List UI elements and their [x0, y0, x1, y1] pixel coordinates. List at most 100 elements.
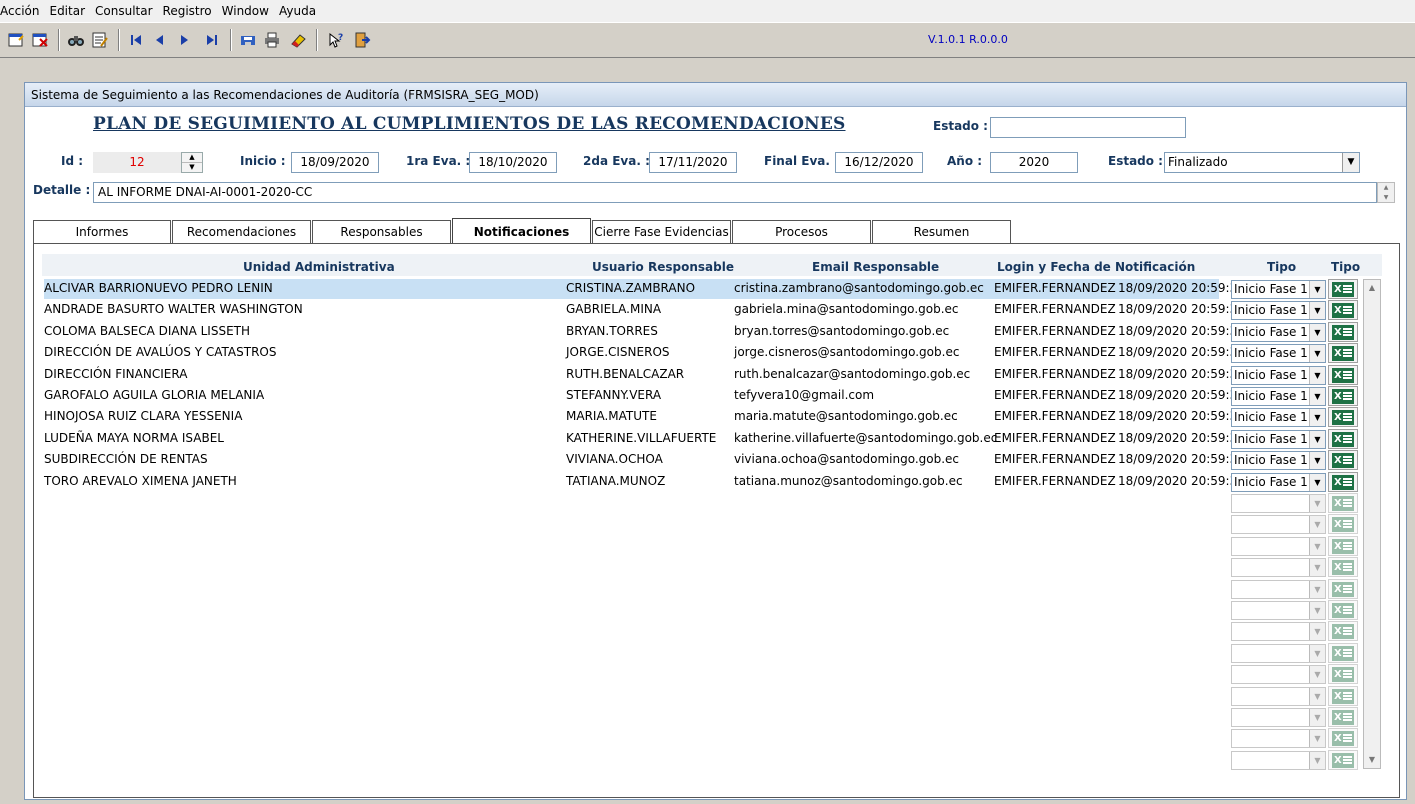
estado-top-field[interactable]	[990, 117, 1186, 138]
anio-field[interactable]: 2020	[990, 152, 1078, 173]
table-row[interactable]: ALCIVAR BARRIONUEVO PEDRO LENIN CRISTINA…	[44, 279, 1245, 299]
excel-export-button[interactable]: X	[1328, 579, 1358, 599]
tab-informes[interactable]: Informes	[33, 220, 171, 244]
excel-export-button[interactable]: X	[1328, 664, 1358, 684]
excel-export-button[interactable]: X	[1328, 386, 1358, 406]
tipo-select-empty[interactable]: ▼	[1231, 644, 1326, 663]
search-button[interactable]	[64, 28, 88, 52]
menu-window[interactable]: Window	[222, 4, 275, 18]
id-field[interactable]: 12	[93, 152, 181, 173]
tab-resumen[interactable]: Resumen	[872, 220, 1011, 244]
tipo-select-empty[interactable]: ▼	[1231, 665, 1326, 684]
tipo-select[interactable]: Inicio Fase 1 ▼	[1231, 430, 1326, 449]
table-row[interactable]: ANDRADE BASURTO WALTER WASHINGTON GABRIE…	[44, 300, 1245, 320]
tipo-select-empty[interactable]: ▼	[1231, 580, 1326, 599]
chevron-down-icon[interactable]: ▼	[1309, 388, 1325, 405]
chevron-down-icon[interactable]: ▼	[1309, 730, 1325, 747]
menu-editar[interactable]: Editar	[49, 4, 91, 18]
excel-export-button[interactable]: X	[1328, 643, 1358, 663]
tipo-select[interactable]: Inicio Fase 1 ▼	[1231, 280, 1326, 299]
excel-export-button[interactable]: X	[1328, 300, 1358, 320]
excel-export-button[interactable]: X	[1328, 322, 1358, 342]
excel-export-button[interactable]: X	[1328, 472, 1358, 492]
excel-export-button[interactable]: X	[1328, 365, 1358, 385]
tab-responsables[interactable]: Responsables	[312, 220, 451, 244]
chevron-down-icon[interactable]: ▼	[1309, 281, 1325, 298]
chevron-down-icon[interactable]: ▼	[1309, 645, 1325, 662]
excel-export-button[interactable]: X	[1328, 621, 1358, 641]
tipo-select-empty[interactable]: ▼	[1231, 494, 1326, 513]
table-row[interactable]: GAROFALO AGUILA GLORIA MELANIA STEFANNY.…	[44, 386, 1245, 406]
table-row[interactable]: HINOJOSA RUIZ CLARA YESSENIA MARIA.MATUT…	[44, 407, 1245, 427]
tipo-select[interactable]: Inicio Fase 1 ▼	[1231, 323, 1326, 342]
excel-export-button[interactable]: X	[1328, 750, 1358, 770]
chevron-down-icon[interactable]: ▼	[1309, 431, 1325, 448]
table-row[interactable]: DIRECCIÓN FINANCIERA RUTH.BENALCAZAR rut…	[44, 365, 1245, 385]
tipo-select-empty[interactable]: ▼	[1231, 751, 1326, 770]
excel-export-button[interactable]: X	[1328, 600, 1358, 620]
final-eva-field[interactable]: 16/12/2020	[835, 152, 923, 173]
eva1-field[interactable]: 18/10/2020	[469, 152, 557, 173]
detalle-scroll[interactable]: ▲ ▼	[1377, 182, 1395, 203]
tab-cierre-fase-evidencias[interactable]: Cierre Fase Evidencias	[592, 220, 731, 244]
tab-procesos[interactable]: Procesos	[732, 220, 871, 244]
tipo-select[interactable]: Inicio Fase 1 ▼	[1231, 301, 1326, 320]
eraser-button[interactable]	[286, 28, 310, 52]
excel-export-button[interactable]: X	[1328, 536, 1358, 556]
chevron-down-icon[interactable]: ▼	[1309, 666, 1325, 683]
menu-registro[interactable]: Registro	[163, 4, 218, 18]
scroll-up-icon[interactable]: ▲	[1364, 280, 1380, 296]
chevron-down-icon[interactable]: ▼	[1309, 345, 1325, 362]
last-record-button[interactable]	[200, 28, 224, 52]
excel-export-button[interactable]: X	[1328, 557, 1358, 577]
inicio-field[interactable]: 18/09/2020	[291, 152, 379, 173]
excel-export-button[interactable]: X	[1328, 279, 1358, 299]
detalle-field[interactable]: AL INFORME DNAI-AI-0001-2020-CC	[93, 182, 1377, 203]
chevron-down-icon[interactable]: ▼	[1309, 688, 1325, 705]
exit-button[interactable]	[350, 28, 374, 52]
tab-recomendaciones[interactable]: Recomendaciones	[172, 220, 311, 244]
estado-select[interactable]: Finalizado ▼	[1164, 152, 1360, 173]
excel-export-button[interactable]: X	[1328, 450, 1358, 470]
tipo-select-empty[interactable]: ▼	[1231, 601, 1326, 620]
scroll-down-icon[interactable]: ▼	[1364, 752, 1380, 768]
excel-export-button[interactable]: X	[1328, 429, 1358, 449]
tab-notificaciones[interactable]: Notificaciones	[452, 218, 591, 244]
excel-export-button[interactable]: X	[1328, 493, 1358, 513]
id-spinner[interactable]: ▲ ▼	[181, 152, 203, 173]
chevron-down-icon[interactable]: ▼	[1309, 495, 1325, 512]
chevron-down-icon[interactable]: ▼	[1309, 516, 1325, 533]
chevron-down-icon[interactable]: ▼	[1309, 538, 1325, 555]
chevron-down-icon[interactable]: ▼	[1309, 581, 1325, 598]
save-button[interactable]	[236, 28, 260, 52]
eva2-field[interactable]: 17/11/2020	[649, 152, 737, 173]
excel-export-button[interactable]: X	[1328, 686, 1358, 706]
help-button[interactable]: ?	[324, 28, 348, 52]
tipo-select[interactable]: Inicio Fase 1 ▼	[1231, 366, 1326, 385]
tipo-select-empty[interactable]: ▼	[1231, 708, 1326, 727]
excel-export-button[interactable]: X	[1328, 343, 1358, 363]
excel-export-button[interactable]: X	[1328, 707, 1358, 727]
excel-export-button[interactable]: X	[1328, 728, 1358, 748]
new-doc-button[interactable]	[4, 28, 28, 52]
first-record-button[interactable]	[124, 28, 148, 52]
chevron-down-icon[interactable]: ▼	[1309, 474, 1325, 491]
table-row[interactable]: TORO AREVALO XIMENA JANETH TATIANA.MUNOZ…	[44, 472, 1245, 492]
excel-export-button[interactable]: X	[1328, 407, 1358, 427]
chevron-down-icon[interactable]: ▼	[1309, 409, 1325, 426]
chevron-down-icon[interactable]: ▼	[1309, 452, 1325, 469]
tipo-select-empty[interactable]: ▼	[1231, 515, 1326, 534]
chevron-down-icon[interactable]: ▼	[1309, 602, 1325, 619]
chevron-down-icon[interactable]: ▼	[1309, 367, 1325, 384]
tipo-select[interactable]: Inicio Fase 1 ▼	[1231, 387, 1326, 406]
tipo-select[interactable]: Inicio Fase 1 ▼	[1231, 408, 1326, 427]
menu-accion[interactable]: Acción	[0, 4, 45, 18]
menu-ayuda[interactable]: Ayuda	[279, 4, 322, 18]
chevron-down-icon[interactable]: ▼	[1309, 623, 1325, 640]
edit-doc-button[interactable]	[88, 28, 112, 52]
tipo-select-empty[interactable]: ▼	[1231, 537, 1326, 556]
chevron-down-icon[interactable]: ▼	[1309, 324, 1325, 341]
tipo-select-empty[interactable]: ▼	[1231, 622, 1326, 641]
chevron-down-icon[interactable]: ▼	[1309, 302, 1325, 319]
table-row[interactable]: DIRECCIÓN DE AVALÚOS Y CATASTROS JORGE.C…	[44, 343, 1245, 363]
